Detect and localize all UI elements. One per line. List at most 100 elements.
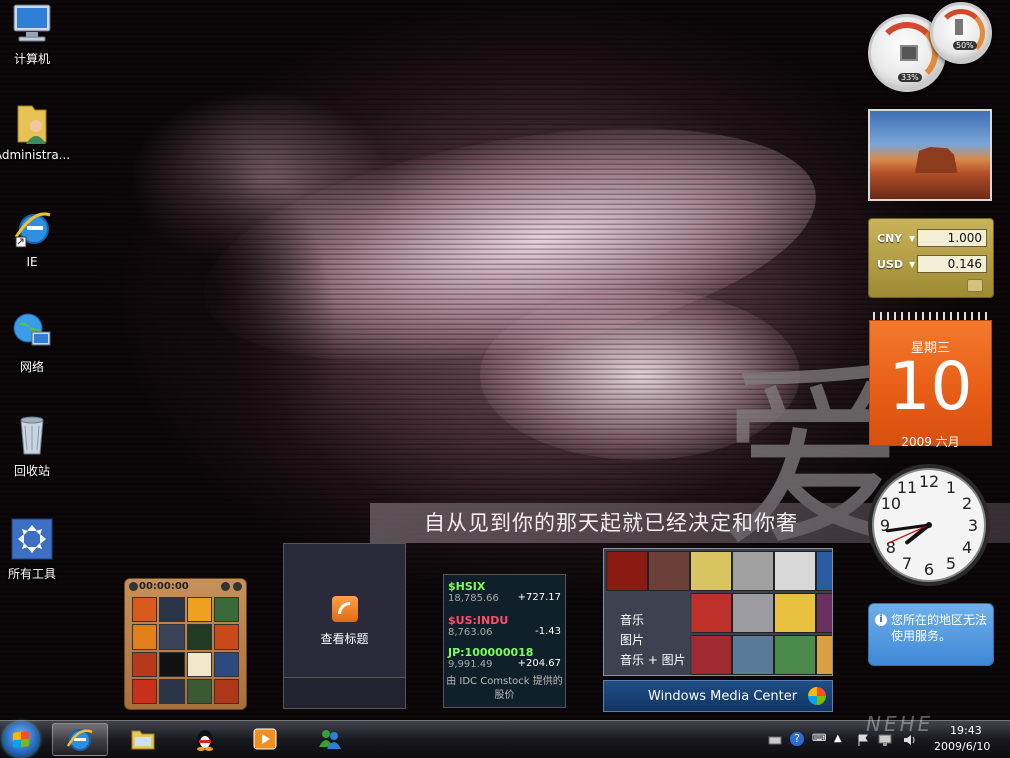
stock-row[interactable]: $US:INDU 8,763.06 -1.43: [444, 613, 565, 645]
puzzle-tile: [213, 651, 239, 677]
currency-gadget[interactable]: CNY ▼ 1.000 USD ▼ 0.146: [868, 218, 994, 298]
puzzle-tile: [186, 678, 212, 704]
calendar-gadget[interactable]: 星期三 10 2009 六月: [869, 312, 992, 449]
media-thumbnail: [774, 551, 816, 591]
media-menu-music-pictures[interactable]: 音乐 + 图片: [620, 651, 686, 668]
taskbar-button-messenger[interactable]: [302, 723, 358, 756]
windows-logo-icon: [13, 731, 29, 748]
slideshow-gadget[interactable]: [868, 109, 992, 201]
taskbar-button-media-player[interactable]: [238, 723, 294, 756]
desktop-icon-ie[interactable]: IE: [0, 207, 72, 269]
slideshow-photo: [915, 147, 958, 173]
media-thumbnail: [648, 551, 690, 591]
feed-headlines-gadget[interactable]: 查看标题: [283, 543, 406, 709]
puzzle-tile: [186, 624, 212, 650]
desktop-icon-all-tools[interactable]: 所有工具: [0, 517, 72, 582]
media-menu-pictures[interactable]: 图片: [620, 631, 644, 648]
puzzle-tile: [186, 651, 212, 677]
desktop-icon-administrator[interactable]: Administra...: [0, 100, 72, 162]
weather-message: 您所在的地区无法使用服务。: [891, 613, 988, 643]
recycle-bin-icon: [10, 414, 54, 458]
puzzle-tile: [159, 624, 185, 650]
calendar-day: 10: [888, 348, 973, 425]
folder-icon: [131, 730, 155, 750]
media-thumbnail: [774, 593, 816, 633]
clock-numeral: 11: [897, 478, 917, 497]
card-chip-icon: [967, 279, 983, 292]
puzzle-tile: [213, 624, 239, 650]
desktop-icon-label: 计算机: [13, 52, 50, 66]
puzzle-tile: [186, 597, 212, 623]
media-player-icon: [253, 728, 277, 750]
puzzle-tile: [213, 678, 239, 704]
windows-logo-icon: [808, 687, 826, 705]
calendar-year-month: 2009 六月: [901, 435, 960, 449]
memory-dial: 50%: [930, 2, 992, 64]
stock-change: -1.43: [535, 626, 561, 637]
puzzle-tile: [159, 597, 185, 623]
stock-row[interactable]: $HSIX 18,785.66 +727.17: [444, 579, 565, 611]
view-headlines-link[interactable]: 查看标题: [284, 630, 405, 647]
help-icon[interactable]: ?: [790, 732, 804, 746]
currency-row[interactable]: CNY ▼ 1.000: [877, 227, 989, 251]
currency-value[interactable]: 0.146: [917, 255, 987, 273]
clock-numeral: 4: [962, 538, 972, 557]
media-thumbnail: [816, 635, 832, 675]
stocks-gadget[interactable]: $HSIX 18,785.66 +727.17 $US:INDU 8,763.0…: [443, 574, 566, 708]
currency-code: CNY: [877, 232, 903, 245]
media-center-panel: 音乐 图片 音乐 + 图片: [603, 548, 833, 676]
language-icon[interactable]: ⌨: [812, 732, 826, 746]
help-icon[interactable]: [221, 582, 230, 591]
stock-price: 18,785.66: [448, 593, 499, 604]
currency-row[interactable]: USD ▼ 0.146: [877, 253, 989, 277]
cpu-meter-gadget[interactable]: 33% 50%: [868, 2, 992, 92]
media-thumbnail: [732, 593, 774, 633]
taskbar-button-explorer[interactable]: [116, 723, 172, 756]
puzzle-grid[interactable]: [132, 597, 239, 704]
media-thumbnail: [732, 635, 774, 675]
desktop-icon-network[interactable]: 网络: [0, 310, 72, 375]
clock-numeral: 6: [924, 560, 934, 579]
rss-icon: [332, 596, 358, 622]
media-center-bar[interactable]: Windows Media Center: [603, 680, 833, 712]
media-thumbnail: [690, 593, 732, 633]
chip-icon: [900, 45, 918, 61]
clock-time[interactable]: 19:43: [950, 724, 982, 737]
desktop-icon-recycle-bin[interactable]: 回收站: [0, 414, 72, 479]
puzzle-tile: [132, 651, 158, 677]
clock-numeral: 2: [962, 494, 972, 513]
taskbar-button-qq[interactable]: [178, 723, 234, 756]
start-button[interactable]: [3, 722, 39, 757]
media-center-gadget[interactable]: 音乐 图片 音乐 + 图片 Windows Media Center: [603, 548, 833, 712]
show-hidden-icons-icon[interactable]: ▲: [834, 732, 848, 746]
clock-numeral: 7: [902, 554, 912, 573]
feed-footer: [284, 677, 405, 708]
solve-icon[interactable]: [233, 582, 242, 591]
calendar-body: 星期三 10 2009 六月: [869, 320, 992, 449]
stock-symbol: $HSIX: [448, 580, 486, 593]
media-thumbnail: [732, 551, 774, 591]
stock-price: 8,763.06: [448, 627, 493, 638]
currency-value[interactable]: 1.000: [917, 229, 987, 247]
user-folder-icon: [10, 100, 54, 144]
chevron-down-icon[interactable]: ▼: [909, 234, 915, 243]
media-thumbnail: [690, 551, 732, 591]
desktop-icon-label: IE: [26, 255, 38, 269]
keyboard-icon[interactable]: [768, 732, 782, 746]
stock-row[interactable]: JP:100000018 9,991.49 +204.67: [444, 645, 565, 677]
clock-numeral: 5: [946, 554, 956, 573]
internet-explorer-icon: [10, 207, 54, 251]
media-thumbnail: [816, 593, 832, 633]
clock-date[interactable]: 2009/6/10: [934, 740, 990, 753]
rewind-icon[interactable]: [129, 582, 138, 591]
weather-gadget[interactable]: i 您所在的地区无法使用服务。: [868, 603, 994, 666]
clock-gadget[interactable]: 1 2 3 4 5 6 7 8 9 10 11 12: [866, 462, 992, 588]
taskbar-button-ie[interactable]: [52, 723, 108, 756]
network-icon: [10, 310, 54, 354]
chevron-down-icon[interactable]: ▼: [909, 260, 915, 269]
desktop-icon-label: 所有工具: [7, 567, 56, 581]
picture-puzzle-gadget[interactable]: 00:00:00: [124, 578, 247, 710]
info-icon: i: [875, 614, 887, 626]
desktop-icon-computer[interactable]: 计算机: [0, 2, 72, 67]
media-menu-music[interactable]: 音乐: [620, 611, 644, 628]
